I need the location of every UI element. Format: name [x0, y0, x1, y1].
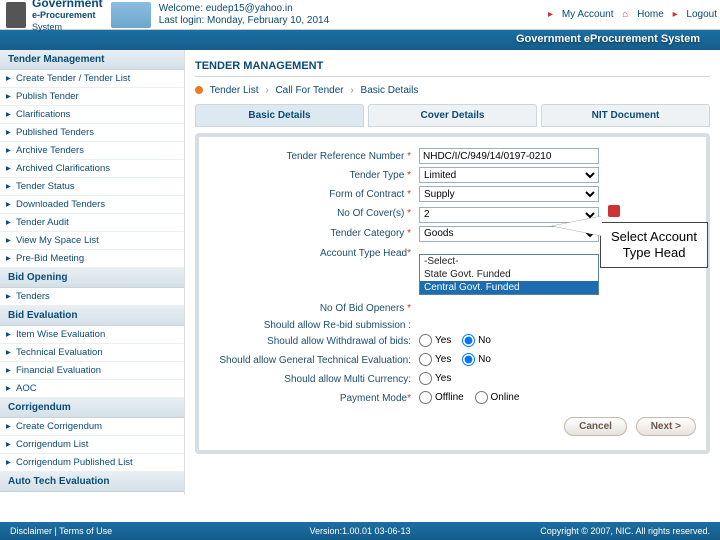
tab-basic-details[interactable]: Basic Details: [195, 104, 364, 127]
form-of-contract-select[interactable]: Supply: [419, 186, 599, 202]
logout-link[interactable]: Logout: [686, 9, 717, 20]
footer-left[interactable]: Disclaimer | Terms of Use: [10, 526, 112, 536]
tab-cover-details[interactable]: Cover Details: [368, 104, 537, 127]
sidebar: Tender Management▸Create Tender / Tender…: [0, 50, 185, 495]
payment-offline-radio[interactable]: Offline: [419, 391, 464, 404]
sidebar-item[interactable]: ▸Published Tenders: [0, 124, 184, 142]
cancel-button[interactable]: Cancel: [564, 417, 627, 436]
tab-nit-document[interactable]: NIT Document: [541, 104, 710, 127]
ribbon-title: Government eProcurement System: [0, 30, 720, 50]
withdraw-yes-radio[interactable]: Yes: [419, 334, 451, 347]
form-area: Tender Reference Number * Tender Type * …: [195, 133, 710, 454]
sidebar-item[interactable]: ▸View My Space List: [0, 232, 184, 250]
tender-type-select[interactable]: Limited: [419, 167, 599, 183]
sidebar-group-header: Auto Tech Evaluation: [0, 472, 184, 492]
dropdown-option[interactable]: -Select-: [420, 255, 598, 268]
map-icon: [111, 2, 151, 28]
sidebar-group-header: Bid Evaluation: [0, 306, 184, 326]
multicur-yes-radio[interactable]: Yes: [419, 372, 451, 385]
dropdown-option[interactable]: Central Govt. Funded: [420, 281, 598, 294]
chevron-right-icon: ▸: [6, 199, 16, 210]
chevron-right-icon: ▸: [6, 421, 16, 432]
sidebar-item[interactable]: ▸Corrigendum Published List: [0, 454, 184, 472]
my-account-link[interactable]: My Account: [562, 9, 614, 20]
sidebar-item[interactable]: ▸Publish Tender: [0, 88, 184, 106]
chevron-right-icon: ▸: [6, 109, 16, 120]
footer-bar: Disclaimer | Terms of Use Version:1.00.0…: [0, 522, 720, 540]
callout-annotation: Select Account Type Head: [600, 222, 708, 268]
footer-version: Version:1.00.01 03-06-13: [309, 526, 410, 536]
chevron-right-icon: ▸: [6, 73, 16, 84]
account-type-head-select[interactable]: -Select- State Govt. Funded Central Govt…: [419, 254, 599, 295]
breadcrumb-item[interactable]: Tender List: [210, 85, 259, 96]
sidebar-item[interactable]: ▸QCBS Template: [0, 492, 184, 495]
header-links: ▸ My Account ⌂ Home ▸ Logout: [545, 9, 720, 20]
breadcrumb: Tender List › Call For Tender › Basic De…: [195, 85, 710, 96]
sidebar-item[interactable]: ▸Item Wise Evaluation: [0, 326, 184, 344]
brand-title: Government e-Procurement System: [32, 0, 103, 33]
chevron-right-icon: ▸: [6, 163, 16, 174]
sidebar-group-header: Bid Opening: [0, 268, 184, 288]
dropdown-option[interactable]: State Govt. Funded: [420, 268, 598, 281]
tender-ref-input[interactable]: [419, 148, 599, 164]
sidebar-item[interactable]: ▸Create Corrigendum: [0, 418, 184, 436]
chevron-right-icon: ▸: [6, 457, 16, 468]
sidebar-group-header: Corrigendum: [0, 398, 184, 418]
withdraw-no-radio[interactable]: No: [462, 334, 491, 347]
chevron-right-icon: ▸: [6, 235, 16, 246]
chevron-right-icon: ▸: [6, 291, 16, 302]
app-header: Government e-Procurement System Welcome:…: [0, 0, 720, 30]
caret-icon: ▸: [548, 9, 553, 20]
chevron-right-icon: ▸: [6, 253, 16, 264]
chevron-right-icon: ▸: [6, 181, 16, 192]
chevron-right-icon: ▸: [6, 217, 16, 228]
emblem-icon: [6, 2, 26, 28]
main-panel: TENDER MANAGEMENT Tender List › Call For…: [185, 50, 720, 495]
sidebar-item[interactable]: ▸Archive Tenders: [0, 142, 184, 160]
lock-icon: [608, 205, 620, 217]
sidebar-item[interactable]: ▸Tenders: [0, 288, 184, 306]
sidebar-item[interactable]: ▸Tender Audit: [0, 214, 184, 232]
chevron-right-icon: ▸: [6, 383, 16, 394]
breadcrumb-item: Basic Details: [361, 85, 419, 96]
sidebar-item[interactable]: ▸Tender Status: [0, 178, 184, 196]
tab-bar: Basic Details Cover Details NIT Document: [195, 104, 710, 127]
next-button[interactable]: Next >: [636, 417, 696, 436]
chevron-right-icon: ▸: [6, 347, 16, 358]
sidebar-item[interactable]: ▸Clarifications: [0, 106, 184, 124]
chevron-right-icon: ▸: [6, 145, 16, 156]
section-title: TENDER MANAGEMENT: [195, 56, 710, 77]
sidebar-item[interactable]: ▸Pre-Bid Meeting: [0, 250, 184, 268]
breadcrumb-dot-icon: [195, 86, 203, 94]
chevron-right-icon: ▸: [6, 91, 16, 102]
sidebar-item[interactable]: ▸AOC: [0, 380, 184, 398]
chevron-right-icon: ▸: [6, 365, 16, 376]
sidebar-item[interactable]: ▸Downloaded Tenders: [0, 196, 184, 214]
payment-online-radio[interactable]: Online: [475, 391, 520, 404]
chevron-right-icon: ▸: [6, 329, 16, 340]
chevron-right-icon: ▸: [6, 127, 16, 138]
geneval-no-radio[interactable]: No: [462, 353, 491, 366]
sidebar-item[interactable]: ▸Create Tender / Tender List: [0, 70, 184, 88]
sidebar-item[interactable]: ▸Archived Clarifications: [0, 160, 184, 178]
chevron-right-icon: ▸: [6, 439, 16, 450]
home-icon: ⌂: [622, 9, 628, 20]
home-link[interactable]: Home: [637, 9, 664, 20]
logout-icon: ▸: [673, 9, 678, 20]
sidebar-item[interactable]: ▸Corrigendum List: [0, 436, 184, 454]
sidebar-item[interactable]: ▸Financial Evaluation: [0, 362, 184, 380]
geneval-yes-radio[interactable]: Yes: [419, 353, 451, 366]
user-info: Welcome: eudep15@yahoo.in Last login: Mo…: [159, 3, 545, 27]
sidebar-group-header: Tender Management: [0, 50, 184, 70]
breadcrumb-item[interactable]: Call For Tender: [275, 85, 343, 96]
sidebar-item[interactable]: ▸Technical Evaluation: [0, 344, 184, 362]
footer-copyright: Copyright © 2007, NIC. All rights reserv…: [540, 526, 710, 536]
